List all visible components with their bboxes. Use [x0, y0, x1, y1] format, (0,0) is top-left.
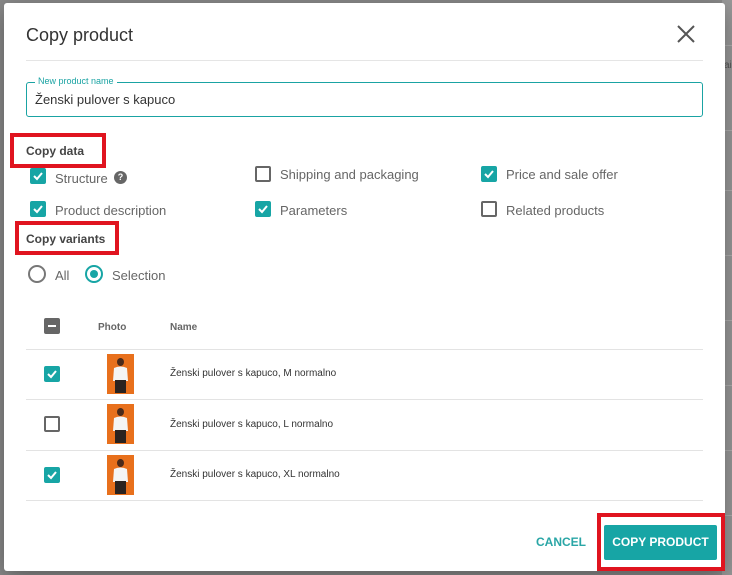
- close-icon[interactable]: [673, 21, 699, 47]
- background-divider: [724, 190, 732, 191]
- shipping-packaging-checkbox[interactable]: [255, 166, 271, 182]
- background-divider: [724, 255, 732, 256]
- related-products-label: Related products: [506, 203, 605, 218]
- copy-variants-heading: Copy variants: [26, 232, 106, 246]
- product-photo: [107, 354, 134, 394]
- product-name-field[interactable]: New product name: [26, 76, 703, 117]
- background-divider: [724, 450, 732, 451]
- background-divider: [724, 515, 732, 516]
- copy-product-dialog: Copy product New product name Copy data …: [4, 3, 725, 571]
- table-divider: [26, 450, 703, 451]
- radio-selection-label: Selection: [112, 268, 166, 283]
- check-icon: [33, 172, 43, 181]
- row-checkbox[interactable]: [44, 416, 60, 432]
- radio-all[interactable]: [28, 265, 46, 283]
- radio-selection[interactable]: [85, 265, 103, 283]
- product-description-label: Product description: [55, 203, 167, 218]
- dialog-title: Copy product: [26, 25, 134, 45]
- copy-data-heading: Copy data: [26, 144, 85, 158]
- check-icon: [47, 471, 57, 480]
- price-sale-offer-checkbox[interactable]: [481, 166, 497, 182]
- background-divider: [724, 385, 732, 386]
- header-divider: [26, 60, 703, 61]
- row-checkbox[interactable]: [44, 366, 60, 382]
- variant-name: Ženski pulover s kapuco, XL normalno: [170, 469, 340, 480]
- table-divider: [26, 399, 703, 400]
- table-divider: [26, 349, 703, 350]
- check-icon: [47, 370, 57, 379]
- radio-all-label: All: [55, 268, 70, 283]
- parameters-checkbox[interactable]: [255, 201, 271, 217]
- cancel-button[interactable]: CANCEL: [536, 535, 586, 549]
- column-header-photo: Photo: [98, 322, 127, 333]
- background-edge-text: ai: [724, 60, 732, 71]
- background-divider: [724, 320, 732, 321]
- price-sale-offer-label: Price and sale offer: [506, 167, 618, 182]
- help-icon[interactable]: ?: [114, 171, 127, 184]
- check-icon: [33, 205, 43, 214]
- product-description-checkbox[interactable]: [30, 201, 46, 217]
- parameters-label: Parameters: [280, 203, 348, 218]
- shipping-packaging-label: Shipping and packaging: [280, 167, 419, 182]
- row-checkbox[interactable]: [44, 467, 60, 483]
- table-divider: [26, 500, 703, 501]
- structure-checkbox[interactable]: [30, 168, 46, 184]
- product-photo: [107, 404, 134, 444]
- product-photo: [107, 455, 134, 495]
- check-icon: [484, 170, 494, 179]
- background-divider: [724, 45, 732, 46]
- variant-name: Ženski pulover s kapuco, M normalno: [170, 368, 337, 379]
- background-divider: [724, 130, 732, 131]
- related-products-checkbox[interactable]: [481, 201, 497, 217]
- product-name-input[interactable]: [35, 92, 685, 107]
- structure-label: Structure: [55, 171, 108, 186]
- select-all-checkbox[interactable]: [44, 318, 60, 334]
- check-icon: [258, 205, 268, 214]
- product-name-label: New product name: [35, 76, 117, 86]
- variant-name: Ženski pulover s kapuco, L normalno: [170, 419, 334, 430]
- copy-product-button[interactable]: COPY PRODUCT: [604, 525, 717, 560]
- column-header-name: Name: [170, 322, 198, 333]
